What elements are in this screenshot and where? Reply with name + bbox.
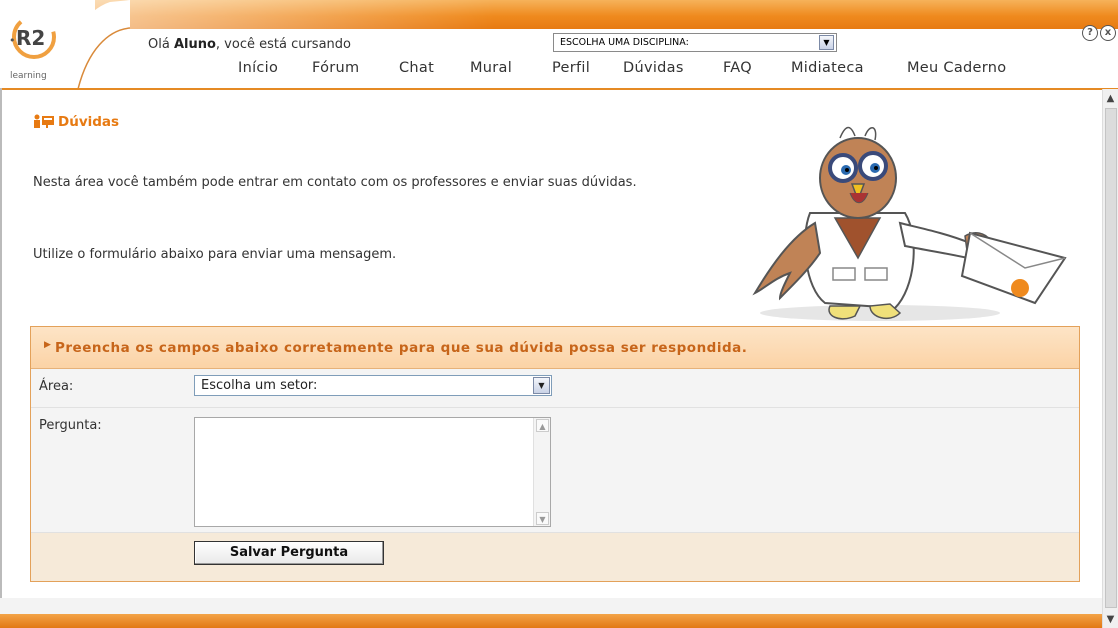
question-label: Pergunta: [39, 418, 102, 433]
svg-text:R2: R2 [16, 26, 45, 50]
nav-item-duvidas[interactable]: Dúvidas [623, 60, 684, 76]
svg-text:•: • [9, 34, 16, 47]
nav-item-inicio[interactable]: Início [238, 60, 278, 76]
intro-paragraph: Nesta área você também pode entrar em co… [33, 175, 637, 190]
instructions-paragraph: Utilize o formulário abaixo para enviar … [33, 247, 397, 262]
close-icon[interactable]: x [1100, 25, 1116, 41]
question-form: ▶ Preencha os campos abaixo corretamente… [30, 326, 1080, 582]
help-icon[interactable]: ? [1082, 25, 1098, 41]
page-scrollbar[interactable]: ▲ ▼ [1102, 89, 1118, 628]
arrow-right-icon: ▶ [44, 340, 51, 350]
scroll-down-icon[interactable]: ▼ [536, 512, 549, 525]
textarea-scrollbar[interactable]: ▲ ▼ [533, 418, 550, 526]
area-select[interactable]: Escolha um setor: ▼ [194, 375, 552, 396]
greeting-text: Olá Aluno, você está cursando [148, 37, 351, 52]
form-header: ▶ Preencha os campos abaixo corretamente… [31, 327, 1079, 369]
nav-item-chat[interactable]: Chat [399, 60, 434, 76]
nav-item-perfil[interactable]: Perfil [552, 60, 590, 76]
scrollbar-thumb[interactable] [1105, 108, 1117, 608]
chevron-down-icon[interactable]: ▼ [533, 377, 550, 394]
nav-item-faq[interactable]: FAQ [723, 60, 752, 76]
owl-mascot-illustration [752, 126, 1067, 321]
nav-item-mural[interactable]: Mural [470, 60, 512, 76]
app-header: • R2 learning Olá Aluno, você está cursa… [0, 0, 1118, 89]
nav-item-meu-caderno[interactable]: Meu Caderno [907, 60, 1006, 76]
scroll-up-icon[interactable]: ▲ [1103, 91, 1118, 107]
area-label: Área: [39, 379, 74, 394]
window-controls: ? x [1080, 24, 1116, 41]
discipline-select[interactable]: ESCOLHA UMA DISCIPLINA: ▼ [553, 33, 837, 52]
scroll-up-icon[interactable]: ▲ [536, 419, 549, 432]
scroll-down-icon[interactable]: ▼ [1103, 612, 1118, 628]
question-textarea[interactable]: ▲ ▼ [194, 417, 551, 527]
page-title: Dúvidas [33, 114, 119, 130]
doubts-icon [34, 114, 54, 128]
nav-item-forum[interactable]: Fórum [312, 60, 359, 76]
main-nav: Início Fórum Chat Mural Perfil Dúvidas F… [0, 58, 1118, 82]
chevron-down-icon[interactable]: ▼ [819, 35, 834, 50]
save-question-button[interactable]: Salvar Pergunta [194, 541, 384, 565]
question-row: Pergunta: [31, 408, 1079, 533]
user-name: Aluno [173, 37, 216, 52]
form-actions: Salvar Pergunta [31, 533, 1079, 581]
footer-bar [0, 614, 1102, 628]
nav-item-midiateca[interactable]: Midiateca [791, 60, 864, 76]
area-row: Área: [31, 369, 1079, 408]
